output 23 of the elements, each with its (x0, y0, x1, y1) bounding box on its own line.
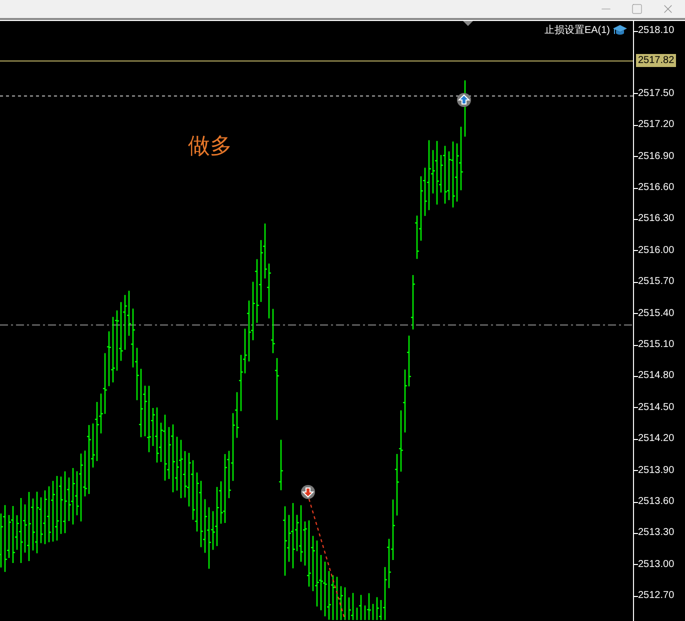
price-tick-label: 2515.40 (638, 308, 674, 320)
price-tick-label: 2516.90 (638, 150, 674, 163)
maximize-icon[interactable] (631, 3, 643, 15)
price-tick-label: 2513.60 (638, 496, 674, 508)
signal-label: 做多 (188, 135, 232, 157)
price-tick-label: 2518.10 (638, 25, 674, 37)
price-tick-label: 2516.00 (638, 244, 674, 257)
price-tick-label: 2515.10 (638, 339, 674, 351)
price-tick-label: 2513.00 (638, 558, 674, 571)
expert-name: 止损设置EA(1) (544, 26, 610, 36)
price-tick-label: 2514.50 (638, 402, 674, 414)
price-tick-label: 2514.20 (638, 433, 674, 446)
price-tick-label: 2512.70 (638, 590, 674, 602)
price-tick-label: 2513.30 (638, 527, 674, 540)
price-tick-label: 2516.60 (638, 182, 674, 194)
price-tick-label: 2515.70 (638, 276, 674, 288)
price-tick-label: 2516.30 (638, 213, 674, 226)
current-price-label: 2517.82 (636, 54, 676, 67)
price-tick-label: 2517.20 (638, 119, 674, 132)
price-tick-label: 2517.50 (638, 88, 674, 100)
price-tick-label: 2514.80 (638, 370, 674, 382)
price-tick-label: 2513.90 (638, 464, 674, 477)
graduation-cap-icon[interactable] (613, 25, 627, 36)
